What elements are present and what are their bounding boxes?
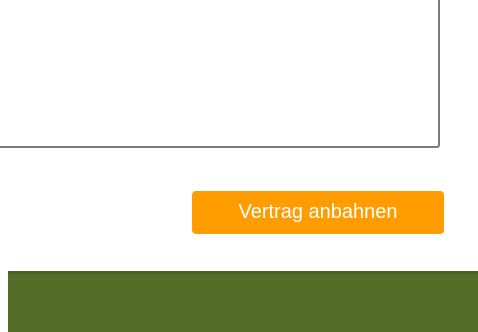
- contract-form-page: Vertrag anbahnen: [0, 0, 478, 332]
- footer-bar: [8, 271, 478, 332]
- message-textarea-container: [0, 0, 440, 148]
- initiate-contract-button[interactable]: Vertrag anbahnen: [192, 191, 444, 234]
- message-textarea[interactable]: [0, 0, 438, 146]
